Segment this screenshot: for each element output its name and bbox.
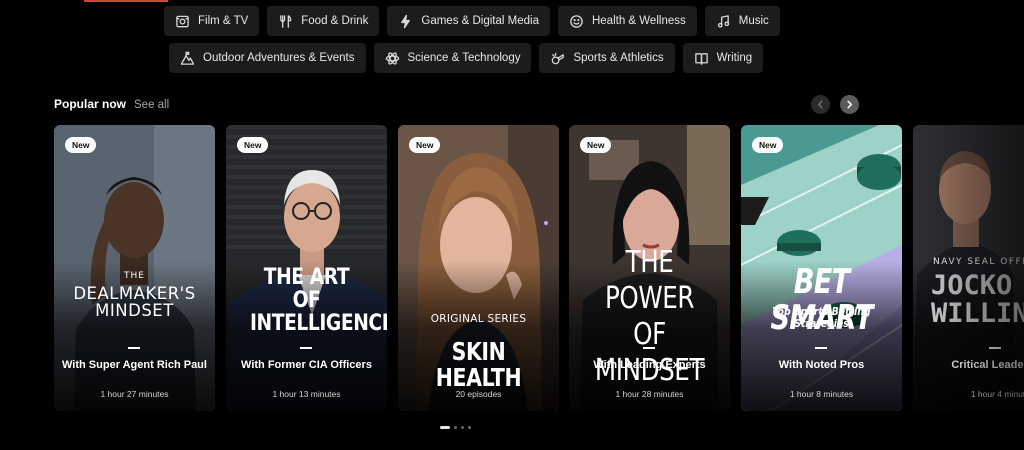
category-label: Writing xyxy=(716,52,753,64)
utensils-icon xyxy=(280,14,292,28)
card-subtitle: Critical Leaders Training xyxy=(951,359,1024,371)
carousel-pagination xyxy=(440,426,471,429)
carousel-prev-button[interactable] xyxy=(811,95,830,114)
new-badge: New xyxy=(580,137,612,153)
chevron-right-icon xyxy=(847,100,853,109)
new-badge: New xyxy=(409,137,441,153)
section-title: Popular now xyxy=(54,97,126,111)
card-kicker: NAVY SEAL OFFI xyxy=(933,257,1024,267)
film-icon xyxy=(176,15,189,27)
see-all-link[interactable]: See all xyxy=(134,99,169,111)
card-subtitle: With Former CIA Officers xyxy=(241,359,372,371)
lightning-icon xyxy=(401,14,411,28)
title-divider xyxy=(989,347,1001,349)
card-title: JOCKO WILLIN xyxy=(931,270,1024,330)
category-label: Sports & Athletics xyxy=(573,52,664,64)
title-divider xyxy=(300,347,312,349)
category-label: Music xyxy=(738,15,769,27)
card-subtitle: With Noted Pros xyxy=(778,359,865,371)
category-label: Games & Digital Media xyxy=(421,15,539,27)
atom-icon xyxy=(385,51,399,65)
book-icon xyxy=(694,52,708,65)
course-card-skin-health[interactable]: New ORIGINAL SERIES SKIN HEALTH 20 episo… xyxy=(398,125,559,411)
popular-carousel: New THE DEALMAKER'S MINDSET With Super A… xyxy=(54,125,1024,412)
category-chip-science-technology[interactable]: Science & Technology xyxy=(373,43,532,73)
card-tagline: Top Sports Betting Strategies xyxy=(772,305,871,330)
category-chip-games-digital-media[interactable]: Games & Digital Media xyxy=(387,6,550,36)
card-episodes: 20 episodes xyxy=(455,389,502,399)
card-subtitle: With Leading Experts xyxy=(593,359,706,371)
card-title: THE ART OF INTELLIGENCE xyxy=(249,265,387,337)
category-label: Food & Drink xyxy=(301,15,369,27)
category-chip-outdoor[interactable]: Outdoor Adventures & Events xyxy=(169,43,366,73)
popular-now-header: Popular now See all xyxy=(54,97,169,111)
category-chip-food-drink[interactable]: Food & Drink xyxy=(267,6,380,36)
title-divider xyxy=(643,347,655,349)
card-title: SKIN HEALTH xyxy=(435,337,522,393)
card-duration: 1 hour 27 minutes xyxy=(100,389,169,399)
new-badge: New xyxy=(752,137,784,153)
course-card-art-of-intelligence[interactable]: New THE ART OF INTELLIGENCE With Former … xyxy=(226,125,387,411)
category-label: Health & Wellness xyxy=(591,15,686,27)
card-duration: 1 hour 4 minutes xyxy=(970,389,1024,399)
pagination-dot-3[interactable] xyxy=(461,426,464,429)
top-accent-line xyxy=(84,0,168,2)
card-duration: 1 hour 28 minutes xyxy=(615,389,684,399)
whistle-icon xyxy=(552,52,565,64)
category-chip-writing[interactable]: Writing xyxy=(682,43,764,73)
course-card-bet-smart[interactable]: New BET SMART Top Sports Betting Strateg… xyxy=(741,125,902,411)
category-label: Film & TV xyxy=(198,15,249,27)
mountain-icon xyxy=(180,51,195,65)
category-chip-health-wellness[interactable]: Health & Wellness xyxy=(557,6,697,36)
pagination-dot-4[interactable] xyxy=(468,426,471,429)
category-chip-sports-athletics[interactable]: Sports & Athletics xyxy=(539,43,675,73)
pagination-dot-1[interactable] xyxy=(440,426,450,429)
category-label: Science & Technology xyxy=(407,52,521,64)
course-card-dealmakers-mindset[interactable]: New THE DEALMAKER'S MINDSET With Super A… xyxy=(54,125,215,411)
card-duration: 1 hour 8 minutes xyxy=(789,389,854,399)
music-note-icon xyxy=(717,14,729,28)
category-row-1: Film & TV Food & Drink Games & Digital M… xyxy=(164,6,780,36)
card-subtitle: With Super Agent Rich Paul xyxy=(62,359,207,371)
smile-face-icon xyxy=(570,14,583,28)
course-card-power-of-mindset[interactable]: New THE POWER OF MINDSET With Leading Ex… xyxy=(569,125,730,411)
title-divider xyxy=(128,347,140,349)
card-duration: 1 hour 13 minutes xyxy=(272,389,341,399)
card-kicker: ORIGINAL SERIES xyxy=(430,313,527,325)
title-divider xyxy=(815,347,827,349)
category-chip-music[interactable]: Music xyxy=(704,6,780,36)
category-label: Outdoor Adventures & Events xyxy=(203,52,355,64)
new-badge: New xyxy=(65,137,97,153)
carousel-next-button[interactable] xyxy=(840,95,859,114)
category-row-2: Outdoor Adventures & Events Science & Te… xyxy=(169,43,764,73)
new-badge: New xyxy=(237,137,269,153)
chevron-left-icon xyxy=(817,100,823,109)
category-chip-film-tv[interactable]: Film & TV xyxy=(164,6,260,36)
card-title: DEALMAKER'S MINDSET xyxy=(73,284,196,321)
course-card-jocko-willink[interactable]: NAVY SEAL OFFI JOCKO WILLIN Critical Lea… xyxy=(913,125,1024,411)
card-title-prefix: THE xyxy=(124,271,145,281)
pagination-dot-2[interactable] xyxy=(454,426,457,429)
